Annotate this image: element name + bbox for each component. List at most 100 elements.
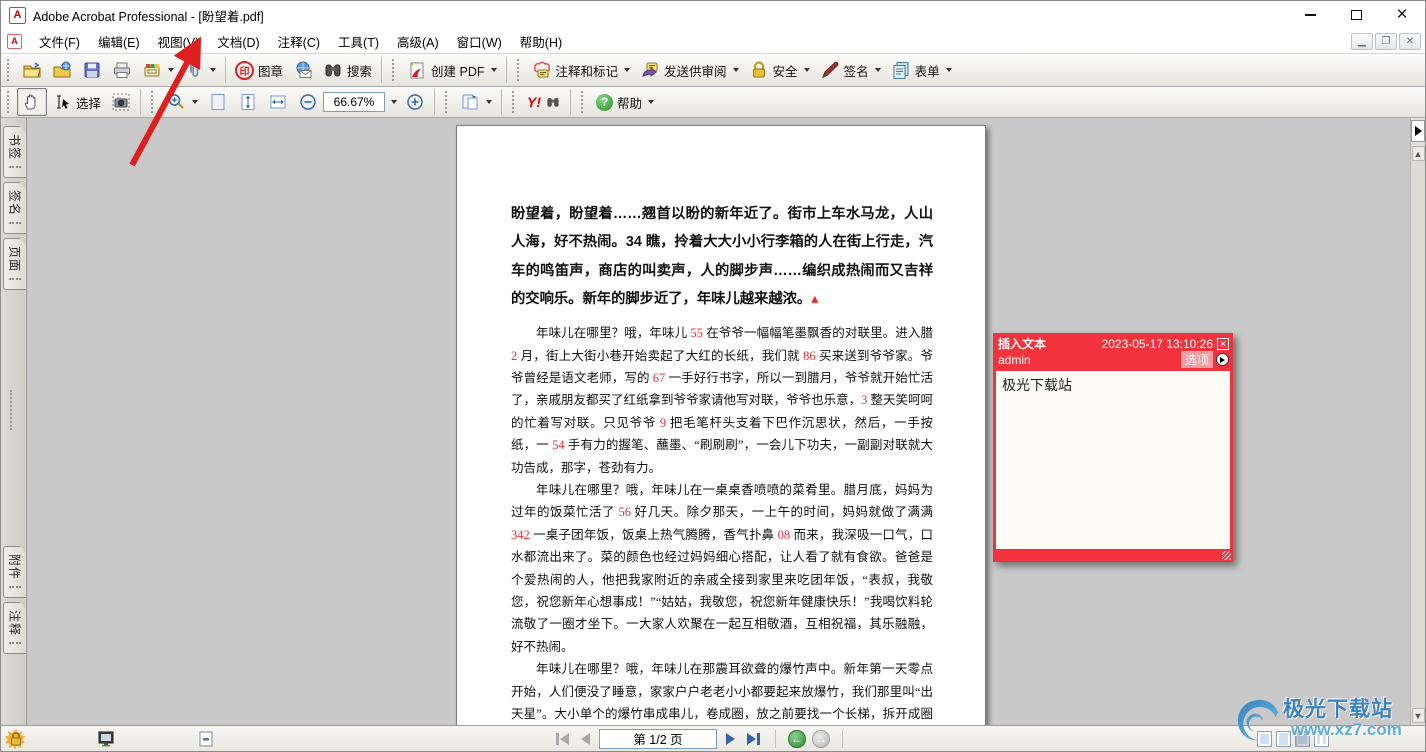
toolbar-grip[interactable] <box>7 59 12 81</box>
search-button[interactable]: 搜索 <box>318 56 377 84</box>
last-page-icon <box>747 733 756 745</box>
scroll-up-button[interactable]: ▲ <box>1412 146 1425 161</box>
toolbar-grip[interactable] <box>581 91 586 113</box>
toolbar-separator <box>225 57 226 83</box>
next-page-button[interactable] <box>723 731 738 747</box>
forms-button[interactable]: 表单 <box>886 56 957 84</box>
tab-pages[interactable]: 页面 <box>3 238 26 290</box>
save-button[interactable] <box>77 56 107 84</box>
pdf-page[interactable]: 盼望着，盼望着……翘首以盼的新年近了。街市上车水马龙，人山人海，好不热闹。34 … <box>456 125 986 725</box>
tab-comments[interactable]: 注释 <box>3 602 26 654</box>
sign-button[interactable]: 签名 <box>815 56 886 84</box>
doc-close-button[interactable]: ✕ <box>1399 33 1421 50</box>
doc-restore-button[interactable]: ❐ <box>1375 33 1397 50</box>
open-button[interactable] <box>17 56 47 84</box>
sign-label: 签名 <box>844 61 869 80</box>
plus-circle-icon <box>405 92 425 112</box>
fit-width-icon <box>268 92 288 112</box>
menu-edit[interactable]: 编辑(E) <box>89 29 149 54</box>
select-tool-button[interactable]: 选择 <box>47 88 106 116</box>
hand-tool-button[interactable] <box>17 88 47 116</box>
first-page-button[interactable] <box>553 731 572 747</box>
menu-help[interactable]: 帮助(H) <box>511 29 571 54</box>
tabstrip-grip[interactable] <box>10 390 12 430</box>
menu-comments[interactable]: 注释(C) <box>269 29 329 54</box>
create-pdf-button[interactable]: 创建 PDF <box>402 56 501 84</box>
previous-view-button[interactable]: ← <box>788 730 806 748</box>
scroll-down-button[interactable]: ▼ <box>1412 708 1425 723</box>
toolbar-grip[interactable] <box>445 91 450 113</box>
toolbar-grip[interactable] <box>512 91 517 113</box>
toolbar-grip[interactable] <box>151 91 156 113</box>
close-button[interactable]: × <box>1379 1 1425 29</box>
stamp-button[interactable]: 印图章 <box>230 57 288 84</box>
menu-document[interactable]: 文档(D) <box>208 29 268 54</box>
help-button[interactable]: ?帮助 <box>591 89 659 116</box>
zoom-in-magnifier-icon <box>166 92 186 112</box>
menu-view[interactable]: 视图(V) <box>149 29 209 54</box>
print-button[interactable] <box>107 56 137 84</box>
tab-attachments[interactable]: 附件 <box>3 546 26 598</box>
menu-advanced[interactable]: 高级(A) <box>388 29 448 54</box>
snapshot-button[interactable] <box>106 88 136 116</box>
create-pdf-label: 创建 PDF <box>431 61 484 80</box>
next-view-button[interactable]: → <box>812 730 830 748</box>
zoom-level-input[interactable]: 66.67% <box>323 92 385 112</box>
binoculars-small-icon <box>545 94 561 110</box>
panel-expand-button[interactable] <box>1411 120 1425 142</box>
organizer-button[interactable] <box>137 56 179 84</box>
attach-button[interactable] <box>179 56 221 84</box>
security-button[interactable]: 安全 <box>744 56 815 84</box>
page-number-input[interactable]: 第 1/2 页 <box>599 729 717 749</box>
open-web-button[interactable] <box>47 56 77 84</box>
security-status-button[interactable] <box>1 728 31 750</box>
toolbar-separator <box>570 89 571 115</box>
page-display-button[interactable] <box>455 88 497 116</box>
note-resize-handle[interactable] <box>1222 551 1231 560</box>
stamp-icon: 印 <box>235 61 254 80</box>
page-navigation: 第 1/2 页 ← → <box>553 729 849 749</box>
send-review-button[interactable]: 发送供审阅 <box>635 56 744 84</box>
note-options-arrow-icon[interactable] <box>1216 353 1229 366</box>
fit-width-button[interactable] <box>263 88 293 116</box>
zoom-tool-button[interactable] <box>161 88 203 116</box>
note-close-icon[interactable]: ✕ <box>1217 338 1229 350</box>
tab-grip <box>9 586 21 588</box>
toolbar-grip[interactable] <box>7 91 12 113</box>
email-button[interactable] <box>288 56 318 84</box>
previous-page-button[interactable] <box>578 731 593 747</box>
fit-height-button[interactable] <box>233 88 263 116</box>
zoom-in-button[interactable] <box>400 88 430 116</box>
toolbar-grip[interactable] <box>517 59 522 81</box>
last-page-button[interactable] <box>744 731 763 747</box>
note-options-button[interactable]: 选项 <box>1181 351 1213 368</box>
facing-layout-button[interactable] <box>1314 731 1329 747</box>
yahoo-search-button[interactable]: Y! <box>522 90 566 114</box>
note-body[interactable]: 极光下载站 <box>993 371 1233 549</box>
note-header[interactable]: 插入文本 2023-05-17 13:10:26 ✕ admin 选项 <box>993 333 1233 371</box>
sticky-note-popup[interactable]: 插入文本 2023-05-17 13:10:26 ✕ admin 选项 极光下载… <box>993 333 1233 562</box>
single-page-layout-button[interactable] <box>1257 731 1272 747</box>
tab-grip <box>9 222 21 224</box>
menu-window[interactable]: 窗口(W) <box>448 29 511 54</box>
dropdown-arrow-icon <box>624 68 630 72</box>
zoom-out-button[interactable] <box>293 88 323 116</box>
tab-bookmarks[interactable]: 书签 <box>3 126 26 178</box>
help-label: 帮助 <box>617 93 642 112</box>
maximize-button[interactable] <box>1333 1 1379 29</box>
menu-tools[interactable]: 工具(T) <box>329 29 388 54</box>
continuous-layout-button[interactable] <box>1276 731 1291 747</box>
scrollbar-track[interactable] <box>1412 161 1425 708</box>
tab-signatures[interactable]: 签名 <box>3 182 26 234</box>
screen-mode-button[interactable] <box>91 728 121 750</box>
toolbar-separator <box>501 89 502 115</box>
menu-file[interactable]: 文件(F) <box>30 29 89 54</box>
comment-markup-button[interactable]: 注释和标记 <box>527 56 636 84</box>
continuous-facing-layout-button[interactable] <box>1295 731 1310 747</box>
zoom-level-dropdown[interactable] <box>385 92 400 112</box>
doc-minimize-button[interactable]: ▁ <box>1351 33 1373 50</box>
fit-page-button[interactable] <box>203 88 233 116</box>
page-size-button[interactable] <box>191 728 221 750</box>
toolbar-grip[interactable] <box>392 59 397 81</box>
minimize-button[interactable] <box>1287 1 1333 29</box>
